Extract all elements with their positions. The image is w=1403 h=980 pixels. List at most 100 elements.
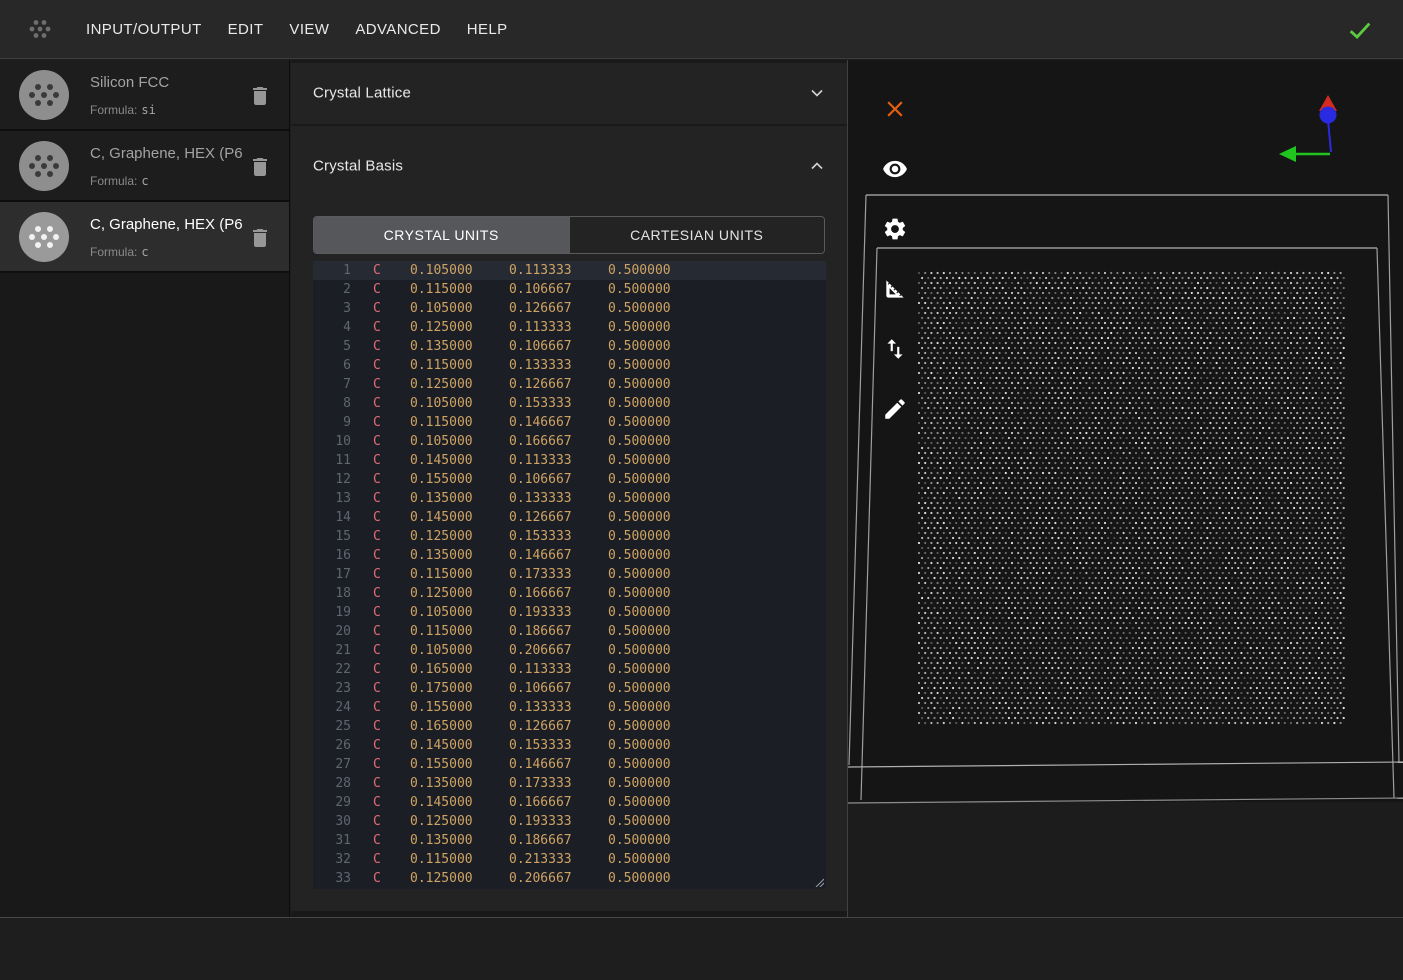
coord-z: 0.500000 bbox=[608, 622, 704, 641]
close-viewer-button[interactable] bbox=[882, 96, 908, 122]
tab-crystal-units[interactable]: CRYSTAL UNITS bbox=[314, 217, 569, 253]
coord-y: 0.113333 bbox=[509, 660, 608, 679]
coord-x: 0.155000 bbox=[410, 698, 509, 717]
element-symbol: C bbox=[351, 755, 410, 774]
line-number: 7 bbox=[313, 375, 351, 394]
line-number: 10 bbox=[313, 432, 351, 451]
line-number: 11 bbox=[313, 451, 351, 470]
basis-row: 1C0.1050000.1133330.500000 bbox=[313, 261, 826, 280]
basis-row: 13C0.1350000.1333330.500000 bbox=[313, 489, 826, 508]
element-symbol: C bbox=[351, 698, 410, 717]
element-symbol: C bbox=[351, 470, 410, 489]
coord-x: 0.145000 bbox=[410, 793, 509, 812]
coord-x: 0.155000 bbox=[410, 470, 509, 489]
coord-x: 0.115000 bbox=[410, 565, 509, 584]
coord-y: 0.186667 bbox=[509, 831, 608, 850]
visibility-button[interactable] bbox=[882, 156, 908, 182]
coord-z: 0.500000 bbox=[608, 489, 704, 508]
element-symbol: C bbox=[351, 717, 410, 736]
line-number: 9 bbox=[313, 413, 351, 432]
close-icon bbox=[882, 96, 908, 122]
element-symbol: C bbox=[351, 280, 410, 299]
confirm-button[interactable] bbox=[1345, 16, 1375, 44]
pencil-icon bbox=[882, 396, 908, 422]
line-number: 21 bbox=[313, 641, 351, 660]
delete-material-button[interactable] bbox=[248, 225, 272, 251]
element-symbol: C bbox=[351, 261, 410, 280]
coord-y: 0.113333 bbox=[509, 451, 608, 470]
coord-y: 0.113333 bbox=[509, 318, 608, 337]
edit-button[interactable] bbox=[882, 396, 908, 422]
basis-row: 3C0.1050000.1266670.500000 bbox=[313, 299, 826, 318]
basis-row: 24C0.1550000.1333330.500000 bbox=[313, 698, 826, 717]
element-symbol: C bbox=[351, 375, 410, 394]
element-symbol: C bbox=[351, 622, 410, 641]
coord-x: 0.105000 bbox=[410, 432, 509, 451]
line-number: 32 bbox=[313, 850, 351, 869]
axes-gizmo[interactable] bbox=[1279, 95, 1337, 162]
coord-z: 0.500000 bbox=[608, 660, 704, 679]
element-symbol: C bbox=[351, 318, 410, 337]
basis-row: 7C0.1250000.1266670.500000 bbox=[313, 375, 826, 394]
element-symbol: C bbox=[351, 679, 410, 698]
materials-designer-app: INPUT/OUTPUT EDIT VIEW ADVANCED HELP Sil… bbox=[0, 0, 1403, 980]
coord-y: 0.106667 bbox=[509, 470, 608, 489]
menu-advanced[interactable]: ADVANCED bbox=[355, 21, 440, 38]
line-number: 26 bbox=[313, 736, 351, 755]
coord-z: 0.500000 bbox=[608, 565, 704, 584]
coord-z: 0.500000 bbox=[608, 869, 704, 888]
coord-z: 0.500000 bbox=[608, 413, 704, 432]
swap-vertical-button[interactable] bbox=[882, 336, 908, 362]
tab-cartesian-units[interactable]: CARTESIAN UNITS bbox=[569, 217, 825, 253]
basis-row: 14C0.1450000.1266670.500000 bbox=[313, 508, 826, 527]
basis-row: 11C0.1450000.1133330.500000 bbox=[313, 451, 826, 470]
basis-row: 30C0.1250000.1933330.500000 bbox=[313, 812, 826, 831]
line-number: 30 bbox=[313, 812, 351, 831]
crystal-basis-header[interactable]: Crystal Basis bbox=[291, 126, 847, 206]
coord-x: 0.125000 bbox=[410, 527, 509, 546]
basis-coordinates-editor[interactable]: 1C0.1050000.1133330.5000002C0.1150000.10… bbox=[313, 261, 826, 889]
basis-row: 8C0.1050000.1533330.500000 bbox=[313, 394, 826, 413]
material-item-graphene-2-selected[interactable]: C, Graphene, HEX (P6/mmm) Formula:c bbox=[0, 202, 289, 273]
coord-z: 0.500000 bbox=[608, 793, 704, 812]
bottom-bar bbox=[0, 917, 1403, 980]
basis-row: 31C0.1350000.1866670.500000 bbox=[313, 831, 826, 850]
line-number: 16 bbox=[313, 546, 351, 565]
basis-row: 16C0.1350000.1466670.500000 bbox=[313, 546, 826, 565]
coord-x: 0.125000 bbox=[410, 375, 509, 394]
element-symbol: C bbox=[351, 850, 410, 869]
delete-material-button[interactable] bbox=[248, 154, 272, 180]
menu-edit[interactable]: EDIT bbox=[228, 21, 264, 38]
menu-help[interactable]: HELP bbox=[467, 21, 508, 38]
chevron-up-icon bbox=[807, 156, 827, 176]
element-symbol: C bbox=[351, 394, 410, 413]
crystal-lattice-header[interactable]: Crystal Lattice bbox=[291, 63, 847, 123]
3d-scene-canvas[interactable] bbox=[848, 60, 1403, 917]
basis-row: 15C0.1250000.1533330.500000 bbox=[313, 527, 826, 546]
atoms-layer bbox=[918, 272, 1345, 724]
element-symbol: C bbox=[351, 565, 410, 584]
material-item-graphene-1[interactable]: C, Graphene, HEX (P6/mmm) Formula:c bbox=[0, 131, 289, 202]
coord-x: 0.115000 bbox=[410, 413, 509, 432]
coord-x: 0.125000 bbox=[410, 584, 509, 603]
section-title: Crystal Basis bbox=[313, 158, 403, 175]
material-formula: Formula:si bbox=[90, 103, 156, 117]
menu-view[interactable]: VIEW bbox=[289, 21, 329, 38]
3d-viewer[interactable] bbox=[847, 60, 1403, 917]
delete-material-button[interactable] bbox=[248, 83, 272, 109]
coord-y: 0.126667 bbox=[509, 299, 608, 318]
coord-z: 0.500000 bbox=[608, 717, 704, 736]
element-symbol: C bbox=[351, 432, 410, 451]
element-symbol: C bbox=[351, 774, 410, 793]
coord-x: 0.105000 bbox=[410, 603, 509, 622]
menu-input-output[interactable]: INPUT/OUTPUT bbox=[86, 21, 202, 38]
line-number: 24 bbox=[313, 698, 351, 717]
coord-x: 0.105000 bbox=[410, 299, 509, 318]
settings-button[interactable] bbox=[882, 216, 908, 242]
material-item-silicon-fcc[interactable]: Silicon FCC Formula:si bbox=[0, 60, 289, 131]
crystal-lattice-section: Crystal Lattice bbox=[291, 63, 847, 124]
measure-button[interactable] bbox=[882, 276, 908, 302]
coord-x: 0.135000 bbox=[410, 831, 509, 850]
resize-handle[interactable] bbox=[814, 877, 824, 887]
coord-x: 0.175000 bbox=[410, 679, 509, 698]
